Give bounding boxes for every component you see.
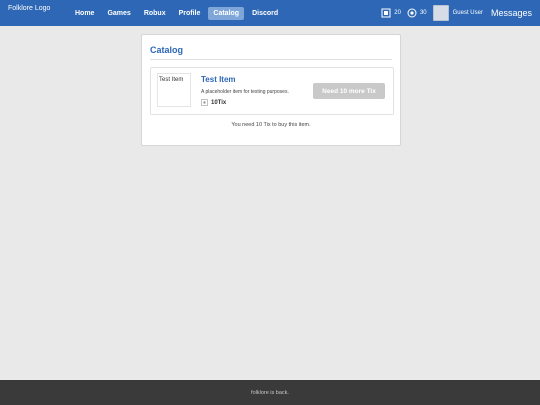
catalog-item: Test Item Test Item A placeholder item f…	[150, 67, 394, 115]
footer-text: folklore is back.	[251, 389, 289, 396]
divider	[150, 59, 392, 60]
main-nav: Home Games Robux Profile Catalog Discord	[70, 7, 286, 20]
nav-catalog[interactable]: Catalog	[208, 7, 245, 20]
header-right: 20 30 Guest User Messages	[381, 5, 532, 21]
robux-icon	[381, 8, 391, 18]
username[interactable]: Guest User	[453, 10, 483, 16]
item-name-link[interactable]: Test Item	[201, 75, 236, 84]
footer: folklore is back.	[0, 380, 540, 405]
tix-balance: 30	[419, 10, 427, 16]
item-description: A placeholder item for testing purposes.	[201, 89, 289, 95]
tix-icon	[201, 99, 208, 106]
nav-home[interactable]: Home	[70, 7, 99, 20]
tix-icon	[407, 8, 417, 18]
site-logo[interactable]: Folklore Logo	[8, 5, 50, 12]
top-navbar: Folklore Logo Home Games Robux Profile C…	[0, 0, 540, 26]
nav-games[interactable]: Games	[102, 7, 135, 20]
avatar[interactable]	[432, 5, 449, 21]
nav-discord[interactable]: Discord	[247, 7, 283, 20]
buy-button[interactable]: Need 10 more Tix	[313, 83, 385, 99]
insufficient-funds-notice: You need 10 Tix to buy this item.	[231, 122, 311, 128]
item-thumbnail[interactable]: Test Item	[157, 73, 191, 107]
nav-robux[interactable]: Robux	[139, 7, 171, 20]
item-price: 10Tix	[201, 99, 226, 106]
messages-link[interactable]: Messages	[491, 8, 532, 18]
page-title: Catalog	[150, 45, 184, 55]
price-value: 10Tix	[211, 99, 227, 106]
catalog-card: Catalog Test Item Test Item A placeholde…	[141, 34, 401, 146]
nav-profile[interactable]: Profile	[174, 7, 206, 20]
robux-balance: 20	[394, 10, 401, 16]
